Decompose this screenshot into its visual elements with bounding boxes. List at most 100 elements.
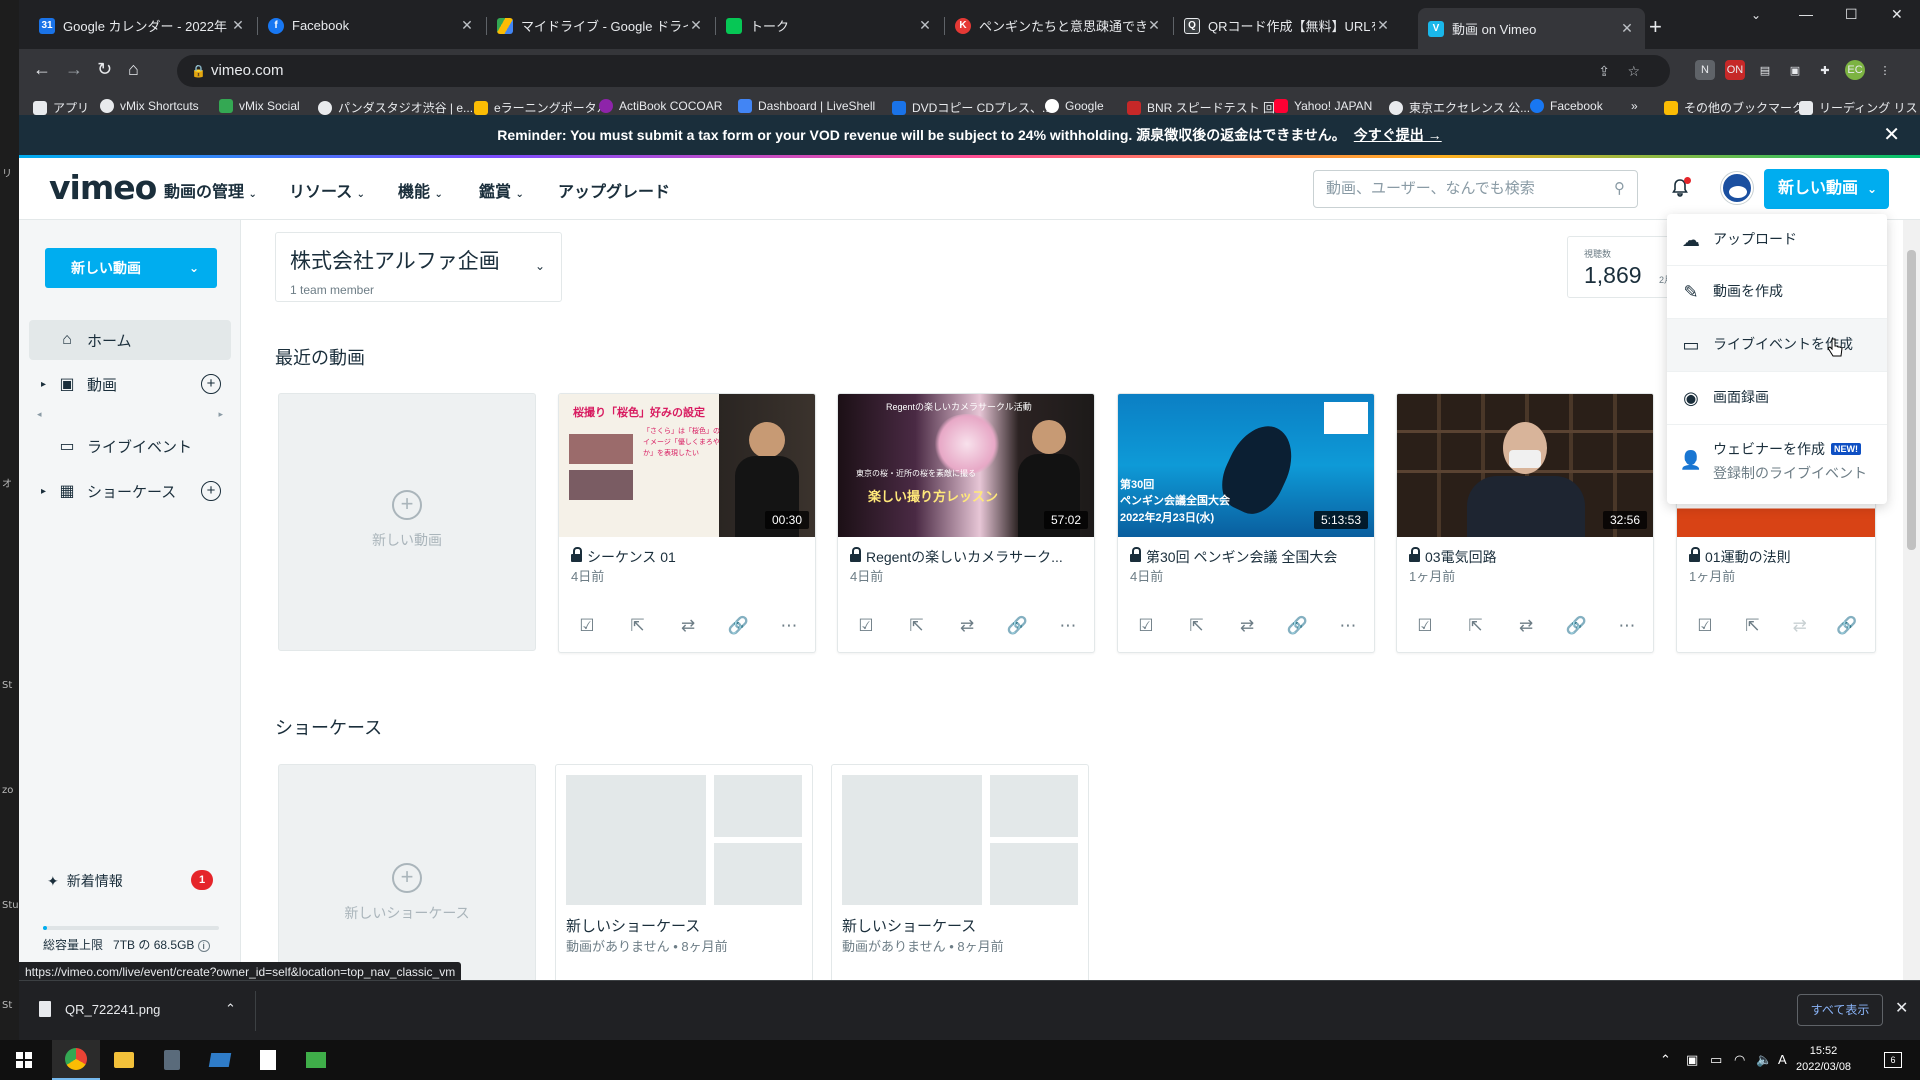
info-icon[interactable]: i <box>197 940 210 952</box>
bookmark-apps[interactable]: アプリ <box>33 99 89 116</box>
app-taskbar-icon[interactable] <box>292 1040 340 1080</box>
close-window-button[interactable]: ✕ <box>1891 6 1903 23</box>
notepad-icon[interactable] <box>244 1040 292 1080</box>
video-title[interactable]: 01運動の法則 <box>1689 547 1869 567</box>
share-icon[interactable]: ⇱ <box>1738 616 1766 636</box>
replace-icon[interactable]: ⇄ <box>1786 616 1814 636</box>
showcase-title[interactable]: 新しいショーケース <box>842 915 976 936</box>
tab-search-icon[interactable]: ⌄ <box>1751 8 1761 22</box>
share-icon[interactable]: ⇱ <box>624 616 652 636</box>
new-video-card[interactable]: + 新しい動画 <box>278 393 536 651</box>
menu-item-upload[interactable]: ☁ アップロード <box>1667 214 1887 266</box>
windows-start-icon[interactable] <box>0 1040 48 1080</box>
video-thumbnail[interactable]: Regentの楽しいカメラサークル活動 東京の桜・近所の桜を素敵に撮る 楽しい撮… <box>838 394 1094 537</box>
review-icon[interactable]: ☑ <box>1411 616 1439 636</box>
sidebar-item-home[interactable]: ⌂ ホーム <box>29 320 231 360</box>
showcase-card[interactable]: 新しいショーケース 動画がありません • 8ヶ月前 <box>555 764 813 984</box>
print-extension-icon[interactable]: ▤ <box>1755 60 1775 80</box>
bookmark-item[interactable]: パンダスタジオ渋谷 | e... <box>318 99 473 116</box>
browser-tab[interactable]: K ペンギンたちと意思疎通できる未来 ✕ <box>945 9 1172 42</box>
bookmark-item[interactable]: Facebook <box>1530 99 1603 113</box>
volume-icon[interactable]: 🔈 <box>1756 1052 1772 1068</box>
bookmark-item[interactable]: Google <box>1045 99 1104 113</box>
replace-icon[interactable]: ⇄ <box>674 616 702 636</box>
more-icon[interactable]: ⋯ <box>775 616 803 636</box>
forward-icon[interactable]: → <box>65 59 83 80</box>
browser-tab[interactable]: マイドライブ - Google ドライブ ✕ <box>487 9 714 42</box>
review-icon[interactable]: ☑ <box>573 616 601 636</box>
nav-manage-videos[interactable]: 動画の管理 ⌄ <box>164 178 257 202</box>
sidebar-item-videos[interactable]: ▸ ▣ 動画 + <box>29 364 231 404</box>
scrollbar-thumb[interactable] <box>1907 250 1916 550</box>
browser-tab[interactable]: 31 Google カレンダー - 2022年 3月 ✕ <box>29 9 256 42</box>
video-card[interactable]: Regentの楽しいカメラサークル活動 東京の桜・近所の桜を素敵に撮る 楽しい撮… <box>837 393 1095 653</box>
reload-icon[interactable]: ↻ <box>97 59 112 80</box>
nav-features[interactable]: 機能 ⌄ <box>398 178 443 202</box>
sidebar-item-live-events[interactable]: ▭ ライブイベント <box>29 426 231 466</box>
new-video-button[interactable]: 新しい動画 ⌄ <box>1764 169 1889 209</box>
team-selector[interactable]: 株式会社アルファ企画 1 team member ⌄ <box>275 232 562 302</box>
bookmark-item[interactable]: Dashboard | LiveShell <box>738 99 875 113</box>
minimize-button[interactable]: — <box>1799 6 1813 22</box>
share-icon[interactable]: ⇱ <box>1183 616 1211 636</box>
nav-resources[interactable]: リソース ⌄ <box>289 178 365 202</box>
share-icon[interactable]: ⇱ <box>903 616 931 636</box>
bookmark-item[interactable]: eラーニングポータル <box>474 99 609 116</box>
app-taskbar-icon[interactable] <box>196 1040 244 1080</box>
scroll-left-icon[interactable]: ◂ <box>37 409 42 420</box>
sidebar-scrollbar[interactable]: ◂ ▸ <box>37 409 223 421</box>
show-all-downloads-button[interactable]: すべて表示 <box>1797 994 1883 1026</box>
close-icon[interactable]: ✕ <box>1895 998 1908 1018</box>
more-icon[interactable]: ⋯ <box>1054 616 1082 636</box>
wifi-icon[interactable]: ◠ <box>1734 1052 1745 1068</box>
video-thumbnail[interactable]: 32:56 <box>1397 394 1653 537</box>
video-title[interactable]: Regentの楽しいカメラサーク... <box>850 547 1086 567</box>
video-card[interactable]: 第30回 ペンギン会議全国大会 2022年2月23日(水) 5:13:53 第3… <box>1117 393 1375 653</box>
bookmark-item[interactable]: Yahoo! JAPAN <box>1274 99 1372 113</box>
new-tab-button[interactable]: + <box>1649 14 1662 40</box>
search-input[interactable]: 動画、ユーザー、なんでも検索 ⚲ <box>1313 170 1638 208</box>
nav-upgrade[interactable]: アップグレード <box>558 178 670 202</box>
avatar[interactable] <box>1721 172 1753 204</box>
meet-now-icon[interactable]: ▣ <box>1686 1052 1698 1068</box>
bell-icon[interactable] <box>1669 177 1691 199</box>
link-icon[interactable]: 🔗 <box>1004 616 1032 636</box>
close-tab-icon[interactable]: ✕ <box>1619 20 1635 37</box>
bookmark-item[interactable]: BNR スピードテスト 回... <box>1127 99 1285 116</box>
bookmark-item[interactable]: 東京エクセレンス 公... <box>1389 99 1530 116</box>
replace-icon[interactable]: ⇄ <box>1512 616 1540 636</box>
replace-icon[interactable]: ⇄ <box>1233 616 1261 636</box>
sidebar-item-showcases[interactable]: ▸ ▦ ショーケース + <box>29 471 231 511</box>
other-bookmarks[interactable]: その他のブックマーク <box>1664 99 1804 116</box>
video-thumbnail[interactable]: 第30回 ペンギン会議全国大会 2022年2月23日(水) 5:13:53 <box>1118 394 1374 537</box>
battery-icon[interactable]: ▭ <box>1710 1052 1722 1068</box>
menu-item-screen-record[interactable]: ◉ 画面録画 <box>1667 372 1887 425</box>
browser-tab-active[interactable]: V 動画 on Vimeo ✕ <box>1418 8 1645 49</box>
notifications-icon[interactable]: 6 <box>1884 1052 1902 1068</box>
sidebar-new-video-button[interactable]: 新しい動画 ⌄ <box>45 248 217 288</box>
video-thumbnail[interactable]: 桜撮り「桜色」好みの設定 「さくら」は「桜色」のイメージ「優しくまろやか」を表現… <box>559 394 815 537</box>
vimeo-logo[interactable]: vimeo <box>49 168 157 207</box>
address-bar[interactable]: 🔒 vimeo.com ⇪ ☆ <box>177 55 1670 87</box>
file-explorer-icon[interactable] <box>100 1040 148 1080</box>
link-icon[interactable]: 🔗 <box>725 616 753 636</box>
share-icon[interactable]: ⇪ <box>1598 55 1610 87</box>
extension-on-icon[interactable]: ON <box>1725 60 1745 80</box>
video-card[interactable]: 32:56 03電気回路 1ヶ月前 ☑ ⇱ ⇄ 🔗 ⋯ <box>1396 393 1654 653</box>
video-card[interactable]: 桜撮り「桜色」好みの設定 「さくら」は「桜色」のイメージ「優しくまろやか」を表現… <box>558 393 816 653</box>
reading-list[interactable]: リーディング リスト <box>1799 99 1920 116</box>
close-tab-icon[interactable]: ✕ <box>688 17 704 34</box>
profile-icon[interactable]: EC <box>1845 60 1865 80</box>
chrome-taskbar-icon[interactable] <box>52 1040 100 1080</box>
menu-item-create-webinar[interactable]: 👤 ウェビナーを作成 NEW! 登録制のライブイベント <box>1667 425 1887 504</box>
download-item[interactable]: QR_722241.png <box>39 1001 160 1017</box>
home-icon[interactable]: ⌂ <box>128 59 139 80</box>
close-icon[interactable]: ✕ <box>1883 115 1900 155</box>
menu-icon[interactable]: ⋮ <box>1875 60 1895 80</box>
more-icon[interactable]: ⋯ <box>1334 616 1362 636</box>
close-tab-icon[interactable]: ✕ <box>1375 17 1391 34</box>
video-title[interactable]: シーケンス 01 <box>571 547 807 567</box>
bookmark-item[interactable]: DVDコピー CDプレス、... <box>892 99 1052 116</box>
chevron-right-icon[interactable]: ▸ <box>41 486 46 497</box>
more-icon[interactable]: ⋯ <box>1613 616 1641 636</box>
